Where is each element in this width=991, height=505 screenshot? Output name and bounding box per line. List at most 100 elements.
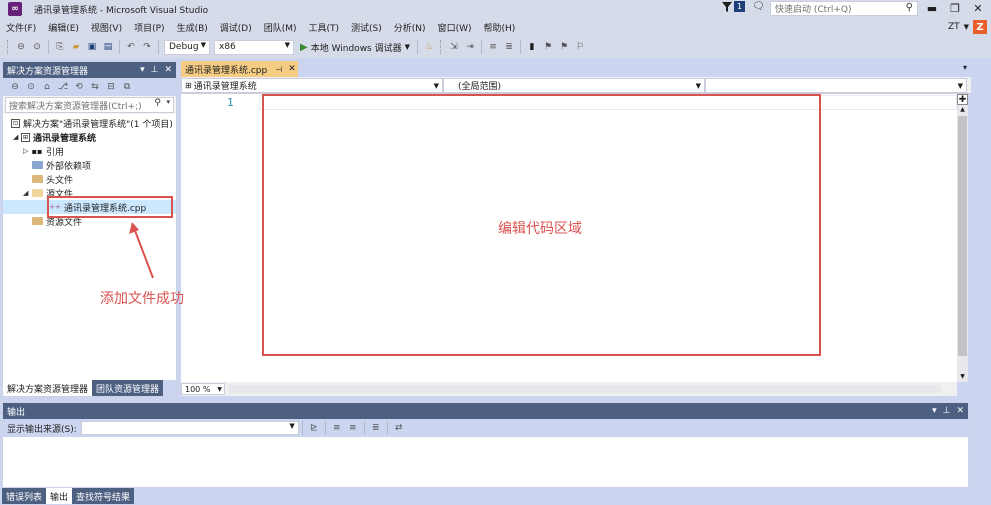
step-over-icon[interactable]: ⇥ bbox=[463, 40, 477, 54]
prev-bookmark-icon[interactable]: ⚑ bbox=[541, 40, 555, 54]
pending-changes-icon[interactable]: ⟲ bbox=[72, 80, 86, 94]
bookmark-icon[interactable]: ▮ bbox=[525, 40, 539, 54]
start-debugging-button[interactable]: ▶ 本地 Windows 调试器 ▼ bbox=[300, 41, 410, 54]
prev-message-icon[interactable]: ≡ bbox=[330, 421, 344, 435]
expand-icon[interactable]: ◢ bbox=[23, 189, 31, 197]
platform-select[interactable]: x86 ▼ bbox=[214, 39, 294, 55]
split-editor-icon[interactable]: ✚ bbox=[957, 94, 968, 105]
menu-file[interactable]: 文件(F) bbox=[0, 21, 42, 34]
show-all-files-icon[interactable]: ⧉ bbox=[120, 80, 134, 94]
save-all-icon[interactable]: ▤ bbox=[101, 40, 115, 54]
menu-view[interactable]: 视图(V) bbox=[85, 21, 128, 34]
solution-config-select[interactable]: Debug ▼ bbox=[164, 39, 210, 55]
back-icon[interactable]: ⊖ bbox=[14, 40, 28, 54]
step-into-icon[interactable]: ⇲ bbox=[447, 40, 461, 54]
document-tab[interactable]: 通讯录管理系统.cpp ⊣ ✕ bbox=[181, 61, 298, 77]
filter-icon[interactable] bbox=[722, 1, 734, 13]
menu-tools[interactable]: 工具(T) bbox=[303, 21, 346, 34]
tab-find-symbol-results[interactable]: 查找符号结果 bbox=[72, 488, 135, 504]
menu-help[interactable]: 帮助(H) bbox=[477, 21, 521, 34]
tree-item-project[interactable]: ◢ ⊞ 通讯录管理系统 bbox=[3, 130, 176, 144]
pin-icon[interactable]: ⊥ bbox=[151, 65, 159, 75]
new-project-icon[interactable]: ⎘ bbox=[53, 40, 67, 54]
forward-icon[interactable]: ⊙ bbox=[24, 80, 38, 94]
redo-icon[interactable]: ↷ bbox=[140, 40, 154, 54]
chevron-down-icon[interactable]: ▼ bbox=[405, 43, 410, 51]
menu-build[interactable]: 生成(B) bbox=[171, 21, 214, 34]
tree-item-solution[interactable]: ⊡ 解决方案"通讯录管理系统"(1 个项目) bbox=[3, 116, 176, 130]
editor-horizontal-scrollbar[interactable] bbox=[229, 385, 941, 393]
next-message-icon[interactable]: ≡ bbox=[346, 421, 360, 435]
menu-test[interactable]: 测试(S) bbox=[345, 21, 388, 34]
quick-launch-input[interactable]: 快速启动 (Ctrl+Q) ⚲ bbox=[770, 1, 918, 16]
tree-item-references[interactable]: ▷ ▪▪ 引用 bbox=[3, 144, 176, 158]
minimize-button[interactable]: ▬ bbox=[921, 0, 943, 17]
chevron-down-icon[interactable]: ▼ bbox=[964, 23, 969, 31]
notification-badge[interactable]: 1 bbox=[734, 1, 745, 12]
undo-icon[interactable]: ↶ bbox=[124, 40, 138, 54]
tab-error-list[interactable]: 错误列表 bbox=[2, 488, 47, 504]
scroll-down-icon[interactable]: ▼ bbox=[957, 373, 968, 380]
platform-value: x86 bbox=[219, 42, 236, 52]
menu-project[interactable]: 项目(P) bbox=[128, 21, 170, 34]
solution-search-input[interactable]: 搜索解决方案资源管理器(Ctrl+;) ⚲ ▾ bbox=[5, 97, 174, 113]
chevron-down-icon[interactable]: ▾ bbox=[932, 406, 937, 416]
close-icon[interactable]: ✕ bbox=[288, 64, 296, 74]
menu-analyze[interactable]: 分析(N) bbox=[388, 21, 432, 34]
menu-window[interactable]: 窗口(W) bbox=[432, 21, 478, 34]
word-wrap-icon[interactable]: ⇄ bbox=[392, 421, 406, 435]
clear-all-icon[interactable]: ≣ bbox=[369, 421, 383, 435]
back-icon[interactable]: ⊖ bbox=[8, 80, 22, 94]
sync-icon[interactable]: ⇆ bbox=[88, 80, 102, 94]
tab-team-explorer[interactable]: 团队资源管理器 bbox=[92, 380, 164, 396]
zoom-select[interactable]: 100 % ▼ bbox=[181, 383, 225, 395]
pin-icon[interactable]: ⊣ bbox=[275, 65, 282, 74]
chevron-down-icon[interactable]: ▾ bbox=[963, 63, 967, 72]
collapse-all-icon[interactable]: ⊟ bbox=[104, 80, 118, 94]
find-message-icon[interactable]: ⊵ bbox=[307, 421, 321, 435]
member-nav-select[interactable]: ▼ bbox=[705, 78, 967, 93]
editor-vertical-scrollbar[interactable]: ✚ ▲ ▼ bbox=[957, 94, 968, 382]
feedback-icon[interactable]: 🗨 bbox=[752, 1, 765, 12]
forward-icon[interactable]: ⊙ bbox=[30, 40, 44, 54]
toolbar-separator bbox=[119, 40, 120, 54]
external-dependencies-icon bbox=[31, 160, 43, 170]
uncomment-icon[interactable]: ≣ bbox=[502, 40, 516, 54]
line-number: 1 bbox=[227, 96, 234, 109]
scroll-up-icon[interactable]: ▲ bbox=[957, 106, 968, 113]
menu-debug[interactable]: 调试(D) bbox=[214, 21, 258, 34]
restore-button[interactable]: ❐ bbox=[944, 0, 966, 17]
user-initials[interactable]: ZT bbox=[948, 22, 960, 32]
pin-icon[interactable]: ⊥ bbox=[943, 406, 951, 416]
switch-views-icon[interactable]: ⎇ bbox=[56, 80, 70, 94]
collapse-icon[interactable]: ▷ bbox=[23, 147, 31, 155]
chevron-down-icon: ▼ bbox=[284, 40, 290, 49]
open-file-icon[interactable]: ▰ bbox=[69, 40, 83, 54]
home-icon[interactable]: ⌂ bbox=[40, 80, 54, 94]
scrollbar-thumb[interactable] bbox=[958, 116, 967, 356]
scope-nav-select[interactable]: (全局范围) ▼ bbox=[443, 78, 705, 93]
close-button[interactable]: ✕ bbox=[967, 0, 989, 17]
comment-icon[interactable]: ≡ bbox=[486, 40, 500, 54]
output-text-area[interactable] bbox=[3, 437, 968, 487]
toolbar-grip[interactable] bbox=[7, 40, 10, 54]
next-bookmark-icon[interactable]: ⚑ bbox=[557, 40, 571, 54]
clear-bookmarks-icon[interactable]: ⚐ bbox=[573, 40, 587, 54]
tab-solution-explorer[interactable]: 解决方案资源管理器 bbox=[3, 380, 93, 396]
close-icon[interactable]: ✕ bbox=[956, 406, 964, 416]
tree-item-external-deps[interactable]: 外部依赖项 bbox=[3, 158, 176, 172]
hot-reload-icon[interactable]: ♨ bbox=[422, 40, 436, 54]
expand-icon[interactable]: ◢ bbox=[13, 133, 21, 141]
output-source-select[interactable]: ▼ bbox=[80, 421, 299, 435]
chevron-down-icon[interactable]: ▾ bbox=[140, 65, 145, 75]
project-nav-select[interactable]: ⊞ 通讯录管理系统 ▼ bbox=[181, 78, 443, 93]
menu-team[interactable]: 团队(M) bbox=[258, 21, 303, 34]
toolbar-grip[interactable] bbox=[440, 40, 443, 54]
chevron-down-icon[interactable]: ▾ bbox=[166, 98, 170, 106]
save-icon[interactable]: ▣ bbox=[85, 40, 99, 54]
tree-item-header-files[interactable]: 头文件 bbox=[3, 172, 176, 186]
menu-edit[interactable]: 编辑(E) bbox=[42, 21, 85, 34]
tab-output[interactable]: 输出 bbox=[46, 488, 73, 504]
user-avatar[interactable]: Z bbox=[973, 20, 987, 34]
close-icon[interactable]: ✕ bbox=[164, 65, 172, 75]
